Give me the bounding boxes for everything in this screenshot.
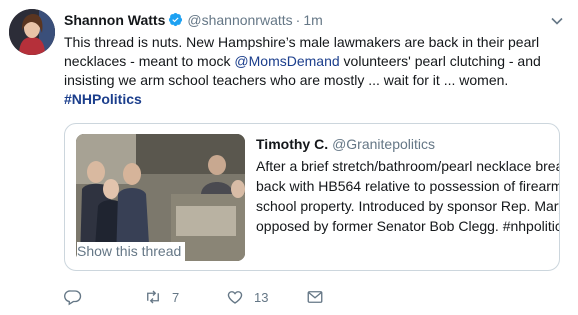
quoted-text-line: school property. Introduced by sponsor R… (256, 198, 559, 214)
quoted-tweet-text: After a brief stretch/bathroom/pearl nec… (256, 156, 560, 236)
author-name[interactable]: Shannon Watts (64, 12, 165, 28)
quoted-hashtag[interactable]: #nhpolitics (503, 218, 559, 234)
text-segment: insisting we arm school teachers who are… (64, 72, 509, 88)
text-segment: necklaces - meant to mock (64, 53, 235, 69)
like-count: 13 (254, 289, 269, 305)
direct-message-button[interactable] (306, 287, 324, 307)
quoted-text-line: opposed by former Senator Bob Clegg. #nh… (256, 216, 559, 236)
tweet-text: This thread is nuts. New Hampshire’s mal… (64, 33, 550, 109)
quoted-author-handle[interactable]: @Granitepolitics (332, 136, 435, 152)
reply-icon (64, 290, 82, 306)
retweet-count: 7 (172, 289, 180, 305)
retweet-icon (147, 290, 159, 304)
tweet-text-line: insisting we arm school teachers who are… (64, 71, 550, 90)
separator: · (295, 12, 301, 28)
reply-button[interactable] (64, 287, 92, 307)
quoted-text-line: After a brief stretch/bathroom/pearl nec… (256, 158, 559, 174)
tweet-header: Shannon Watts @shannonrwatts · 1m (64, 10, 538, 30)
timestamp[interactable]: 1m (303, 12, 322, 28)
direct-message-icon (307, 291, 323, 303)
like-icon (227, 291, 243, 304)
hashtag-link[interactable]: #NHPolitics (64, 90, 550, 109)
avatar[interactable] (9, 9, 55, 55)
quoted-text-line: back with HB564 relative to possession o… (256, 178, 560, 194)
retweet-button[interactable]: 7 (144, 287, 179, 307)
text-segment: opposed by former Senator Bob Clegg. (256, 218, 503, 234)
show-thread-link[interactable]: Show this thread (77, 242, 186, 261)
tweet: Shannon Watts @shannonrwatts · 1m This thre… (0, 0, 578, 315)
tweet-actions: 7 13 (64, 287, 364, 307)
tweet-text-line: necklaces - meant to mock @MomsDemand vo… (64, 52, 550, 71)
like-button[interactable]: 13 (226, 287, 268, 307)
text-segment: This thread is nuts. New Hampshire’s mal… (64, 34, 540, 50)
quoted-author-name[interactable]: Timothy C. (256, 136, 328, 152)
mention-link[interactable]: @MomsDemand (234, 53, 339, 69)
quoted-tweet-header: Timothy C. @Granitepolitics (256, 135, 435, 154)
tweet-text-line: This thread is nuts. New Hampshire’s mal… (64, 33, 550, 52)
chevron-down-icon[interactable] (550, 14, 564, 28)
verified-badge-icon (169, 12, 183, 27)
text-segment: volunteers' pearl clutching - and (339, 53, 541, 69)
author-handle[interactable]: @shannonrwatts (187, 12, 292, 28)
quoted-tweet[interactable]: Timothy C. @Granitepolitics After a brief… (64, 123, 560, 271)
